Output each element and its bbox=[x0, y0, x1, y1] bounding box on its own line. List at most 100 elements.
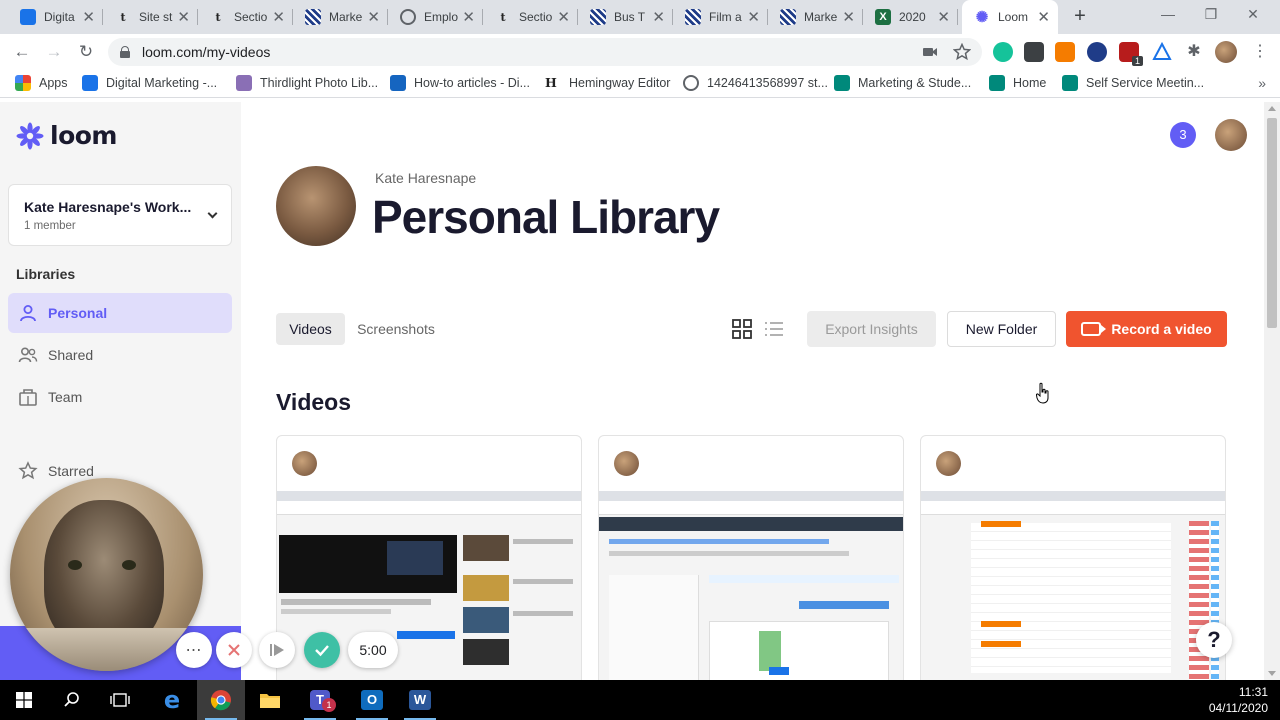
workspace-switcher[interactable]: Kate Haresnape's Work... 1 member bbox=[8, 184, 232, 246]
t-logo-icon: t bbox=[120, 10, 126, 24]
browser-tab[interactable]: ✺ Loom ✕ bbox=[962, 0, 1058, 34]
browser-tab[interactable]: Emplo ✕ bbox=[388, 0, 483, 34]
close-tab-icon[interactable]: ✕ bbox=[272, 8, 285, 26]
video-thumbnail[interactable] bbox=[599, 491, 903, 680]
bookmarks-overflow-icon[interactable]: » bbox=[1258, 75, 1266, 91]
video-card[interactable] bbox=[598, 435, 904, 680]
minimize-button[interactable]: — bbox=[1153, 6, 1183, 26]
file-explorer-taskbar-icon[interactable] bbox=[246, 680, 294, 720]
bookmark-label: Home bbox=[1013, 76, 1047, 90]
tab-screenshots[interactable]: Screenshots bbox=[349, 313, 443, 345]
outlook-taskbar-icon[interactable]: O bbox=[348, 680, 396, 720]
chrome-taskbar-icon[interactable] bbox=[197, 680, 245, 720]
close-tab-icon[interactable]: ✕ bbox=[652, 8, 665, 26]
grid-view-icon[interactable] bbox=[731, 318, 753, 340]
sidebar-item-team[interactable]: Team bbox=[8, 377, 232, 417]
browser-tab[interactable]: Bus T ✕ bbox=[578, 0, 673, 34]
address-bar[interactable]: loom.com/my-videos bbox=[108, 38, 982, 66]
extension-dark-icon[interactable] bbox=[1024, 42, 1044, 62]
help-button[interactable]: ? bbox=[1196, 622, 1232, 658]
close-tab-icon[interactable]: ✕ bbox=[1037, 8, 1050, 26]
clock-time: 11:31 bbox=[1238, 685, 1268, 699]
browser-tab[interactable]: Marke ✕ bbox=[768, 0, 863, 34]
kebab-menu-icon[interactable]: ⋮ bbox=[1250, 42, 1270, 62]
browser-tab[interactable]: X 2020 ✕ bbox=[863, 0, 958, 34]
chart-extension-icon[interactable] bbox=[1055, 42, 1075, 62]
notifications-badge[interactable]: 3 bbox=[1170, 122, 1196, 148]
sidebar-item-label: Personal bbox=[48, 305, 108, 321]
edge-taskbar-icon[interactable]: e bbox=[148, 680, 196, 720]
triangle-extension-icon[interactable] bbox=[1152, 42, 1172, 62]
globe-icon bbox=[683, 75, 699, 91]
browser-tab[interactable]: t Site st ✕ bbox=[103, 0, 198, 34]
t-logo-icon: t bbox=[500, 10, 506, 24]
reload-icon[interactable]: ↻ bbox=[74, 40, 98, 64]
video-thumbnail[interactable] bbox=[921, 491, 1225, 680]
browser-tab[interactable]: t Sectio ✕ bbox=[483, 0, 578, 34]
bookmark-item[interactable]: Home bbox=[989, 75, 1046, 91]
bookmark-item[interactable]: H Hemingway Editor bbox=[545, 75, 670, 91]
user-avatar[interactable] bbox=[1215, 119, 1247, 151]
close-tab-icon[interactable]: ✕ bbox=[842, 8, 855, 26]
puzzle-icon[interactable]: ✱ bbox=[1184, 42, 1204, 62]
teams-taskbar-icon[interactable]: T 1 bbox=[296, 680, 344, 720]
close-window-button[interactable]: ✕ bbox=[1238, 6, 1268, 26]
bookmark-star-icon[interactable] bbox=[953, 43, 971, 61]
bookmark-item[interactable]: 14246413568997 st... bbox=[683, 75, 828, 91]
task-view-button[interactable] bbox=[96, 680, 144, 720]
windows-start-button[interactable] bbox=[0, 680, 48, 720]
cancel-recording-button[interactable] bbox=[216, 632, 252, 668]
bookmark-item[interactable]: Apps bbox=[15, 75, 68, 91]
browser-tab[interactable]: t Sectio ✕ bbox=[198, 0, 293, 34]
red-extension-icon[interactable]: 1 bbox=[1119, 42, 1143, 66]
close-tab-icon[interactable]: ✕ bbox=[937, 8, 950, 26]
list-view-icon[interactable] bbox=[763, 318, 785, 340]
checkered-icon bbox=[685, 9, 701, 25]
pause-recording-button[interactable] bbox=[259, 632, 295, 668]
more-options-button[interactable]: ⋯ bbox=[176, 632, 212, 668]
restore-button[interactable]: ❐ bbox=[1196, 6, 1226, 26]
browser-tab[interactable]: Marke ✕ bbox=[293, 0, 388, 34]
close-tab-icon[interactable]: ✕ bbox=[557, 8, 570, 26]
finish-recording-button[interactable] bbox=[304, 632, 340, 668]
tab-videos[interactable]: Videos bbox=[276, 313, 345, 345]
video-card[interactable] bbox=[920, 435, 1226, 680]
url-text: loom.com/my-videos bbox=[142, 44, 271, 60]
browser-tab[interactable]: Digita ✕ bbox=[8, 0, 103, 34]
checkmark-icon bbox=[315, 645, 329, 657]
new-tab-button[interactable]: + bbox=[1068, 4, 1092, 28]
profile-avatar[interactable] bbox=[1215, 41, 1237, 63]
bookmark-item[interactable]: Self Service Meetin... bbox=[1062, 75, 1204, 91]
close-tab-icon[interactable]: ✕ bbox=[367, 8, 380, 26]
sidebar-item-personal[interactable]: Personal bbox=[8, 293, 232, 333]
camera-icon[interactable] bbox=[921, 43, 939, 61]
record-video-button[interactable]: Record a video bbox=[1066, 311, 1227, 347]
forward-arrow-icon[interactable]: → bbox=[42, 40, 66, 64]
browser-tab[interactable]: Film a ✕ bbox=[673, 0, 768, 34]
search-button[interactable] bbox=[48, 680, 96, 720]
sidebar-item-shared[interactable]: Shared bbox=[8, 335, 232, 375]
tab-title: Digita bbox=[44, 10, 75, 24]
close-tab-icon[interactable]: ✕ bbox=[177, 8, 190, 26]
close-tab-icon[interactable]: ✕ bbox=[82, 8, 95, 26]
export-insights-button[interactable]: Export Insights bbox=[807, 311, 936, 347]
loom-logo[interactable]: loom bbox=[16, 121, 117, 150]
new-folder-button[interactable]: New Folder bbox=[947, 311, 1056, 347]
back-arrow-icon[interactable]: ← bbox=[10, 40, 34, 64]
bookmark-item[interactable]: Digital Marketing -... bbox=[82, 75, 217, 91]
scroll-up-arrow-icon[interactable] bbox=[1268, 106, 1276, 111]
camera-bubble[interactable] bbox=[10, 478, 203, 671]
bookmark-item[interactable]: How-to articles - Di... bbox=[390, 75, 530, 91]
heart-extension-icon[interactable] bbox=[1087, 42, 1107, 62]
word-taskbar-icon[interactable]: W bbox=[396, 680, 444, 720]
scroll-down-arrow-icon[interactable] bbox=[1268, 671, 1276, 676]
grammarly-icon[interactable] bbox=[993, 42, 1013, 62]
bookmark-item[interactable]: Marketing & Stude... bbox=[834, 75, 971, 91]
close-tab-icon[interactable]: ✕ bbox=[747, 8, 760, 26]
system-clock[interactable]: 11:31 04/11/2020 bbox=[1209, 684, 1268, 716]
bookmark-item[interactable]: Thirdlight Photo Lib... bbox=[236, 75, 378, 91]
close-tab-icon[interactable]: ✕ bbox=[462, 8, 475, 26]
chrome-icon bbox=[210, 690, 231, 711]
page-scrollbar[interactable] bbox=[1264, 102, 1280, 680]
scrollbar-thumb[interactable] bbox=[1267, 118, 1277, 328]
